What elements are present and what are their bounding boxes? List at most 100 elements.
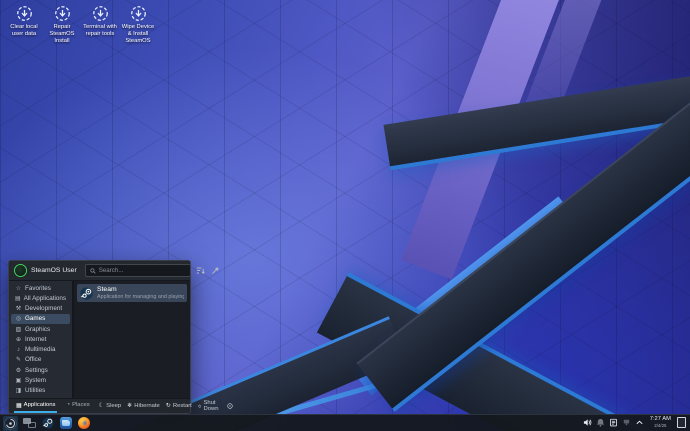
taskbar-firefox-button[interactable]	[77, 417, 90, 430]
pin-button[interactable]	[210, 265, 221, 276]
app-name: Steam	[97, 286, 184, 294]
sidebar-item-label: Office	[25, 356, 41, 363]
sidebar-item-label: Development	[25, 305, 62, 312]
desktop-icon-terminal-repair-tools[interactable]: Terminal with repair tools	[82, 4, 118, 45]
session-more-button[interactable]	[227, 403, 233, 409]
volume-button[interactable]	[583, 418, 592, 427]
system-tray: 7:27 AM 2/4/25	[583, 417, 687, 428]
category-sidebar: ☆ Favorites ▤ All Applications ⚒ Develop…	[9, 281, 72, 398]
volume-icon	[583, 418, 592, 427]
sidebar-item-label: Favorites	[25, 285, 51, 292]
expand-tray-button[interactable]	[635, 418, 644, 427]
leave-icon	[227, 403, 233, 409]
sleep-button[interactable]: ☾ Sleep	[99, 403, 121, 409]
sidebar-item-favorites[interactable]: ☆ Favorites	[11, 283, 70, 293]
sidebar-item-label: Graphics	[25, 326, 50, 333]
action-label: Shut Down	[203, 400, 220, 412]
clipboard-button[interactable]	[609, 418, 618, 427]
sidebar-item-office[interactable]: ✎ Office	[11, 355, 70, 365]
application-launcher-button[interactable]	[3, 416, 18, 431]
taskbar: 7:27 AM 2/4/25	[0, 414, 690, 431]
chevron-up-icon	[635, 418, 644, 427]
steam-icon	[42, 417, 54, 429]
sidebar-item-settings[interactable]: ⚙ Settings	[11, 365, 70, 375]
media-icon: ♪	[15, 347, 22, 353]
show-desktop-button[interactable]	[677, 417, 686, 428]
digital-clock[interactable]: 7:27 AM 2/4/25	[650, 417, 671, 428]
steam-icon	[80, 287, 93, 300]
action-label: Sleep	[106, 403, 121, 409]
sidebar-item-system[interactable]: ▣ System	[11, 375, 70, 385]
app-list: Steam Application for managing and playi…	[74, 281, 190, 398]
steamos-launcher-icon	[4, 417, 17, 430]
sidebar-item-label: Settings	[25, 367, 48, 374]
tab-label: Places	[72, 402, 90, 408]
app-list-item-steam[interactable]: Steam Application for managing and playi…	[77, 284, 187, 302]
application-launcher-menu: SteamOS User ☆ Favorites ▤ All Applicati…	[8, 260, 191, 414]
bell-icon	[596, 418, 605, 427]
globe-icon: ⊕	[15, 336, 22, 343]
desktop-icon-clear-local-user-data[interactable]: Clear local user data	[6, 4, 42, 45]
desktop-icon-label: Terminal with repair tools	[82, 24, 118, 38]
desktop-icon-repair-steamos-install[interactable]: Repair SteamOS Install	[44, 4, 80, 45]
taskbar-steam-button[interactable]	[41, 417, 54, 430]
sidebar-item-multimedia[interactable]: ♪ Multimedia	[11, 345, 70, 355]
sidebar-item-graphics[interactable]: ▧ Graphics	[11, 324, 70, 334]
grid-icon: ▤	[15, 295, 21, 302]
sidebar-item-internet[interactable]: ⊕ Internet	[11, 334, 70, 344]
clock-date: 2/4/25	[654, 424, 666, 428]
search-input[interactable]	[99, 267, 186, 274]
sidebar-item-utilities[interactable]: ◨ Utilities	[11, 386, 70, 396]
app-description: Application for managing and playing gam…	[97, 294, 184, 300]
desktop-icon-label: Repair SteamOS Install	[44, 24, 80, 45]
action-label: Restart	[173, 403, 192, 409]
taskbar-dolphin-button[interactable]	[59, 417, 72, 430]
restart-button[interactable]: ↻ Restart	[166, 403, 192, 409]
system-icon: ▣	[15, 377, 22, 384]
desktop-icon-wipe-device-install-steamos[interactable]: Wipe Device & Install SteamOS	[120, 4, 156, 45]
user-name: SteamOS User	[31, 267, 77, 274]
launcher-header: SteamOS User	[9, 261, 190, 281]
sidebar-item-all-applications[interactable]: ▤ All Applications	[11, 293, 70, 303]
settings-icon: ⚙	[15, 367, 22, 374]
sidebar-item-label: System	[25, 377, 46, 384]
desktop-icon-row: Clear local user data Repair SteamOS Ins…	[6, 4, 156, 45]
utilities-icon: ◨	[15, 387, 22, 394]
desktop-icon-label: Wipe Device & Install SteamOS	[120, 24, 156, 45]
hibernate-button[interactable]: ❄ Hibernate	[127, 403, 160, 409]
sidebar-item-label: Utilities	[25, 387, 45, 394]
app-text: Steam Application for managing and playi…	[97, 286, 184, 300]
dolphin-icon	[60, 417, 72, 429]
user-avatar[interactable]	[14, 264, 27, 277]
pin-icon	[211, 266, 220, 275]
search-icon	[90, 268, 96, 274]
notifications-button[interactable]	[596, 418, 605, 427]
launcher-body: ☆ Favorites ▤ All Applications ⚒ Develop…	[9, 281, 190, 398]
tab-label: Applications	[24, 402, 56, 408]
sidebar-item-label: Games	[25, 315, 45, 322]
sidebar-item-label: All Applications	[24, 295, 66, 302]
compass-icon: ◔	[66, 402, 70, 408]
firefox-icon	[78, 417, 90, 429]
desktop-icon-label: Clear local user data	[6, 24, 42, 38]
virtual-desktop-pager[interactable]	[23, 418, 36, 428]
shutdown-button[interactable]: Shut Down	[198, 400, 221, 412]
network-button[interactable]	[622, 418, 631, 427]
session-actions: ☾ Sleep ❄ Hibernate ↻ Restart Shut Down	[99, 400, 233, 412]
reinstall-icon	[53, 4, 72, 23]
star-icon: ☆	[15, 285, 22, 292]
tab-places[interactable]: ◔ Places	[64, 399, 91, 413]
tab-applications[interactable]: ▦ Applications	[14, 399, 57, 413]
pager-desktop-2[interactable]	[28, 422, 36, 428]
search-field[interactable]	[85, 264, 191, 277]
restart-icon: ↻	[166, 403, 171, 409]
sidebar-item-development[interactable]: ⚒ Development	[11, 304, 70, 314]
grid-icon: ▦	[16, 402, 22, 409]
power-icon	[198, 403, 202, 409]
tools-icon: ⚒	[15, 305, 22, 312]
sort-icon	[196, 266, 205, 275]
launcher-footer: ▦ Applications ◔ Places ☾ Sleep ❄ Hibern…	[9, 398, 190, 413]
sidebar-item-label: Multimedia	[25, 346, 55, 353]
sidebar-item-games[interactable]: ◎ Games	[11, 314, 70, 324]
sort-button[interactable]	[195, 265, 206, 276]
